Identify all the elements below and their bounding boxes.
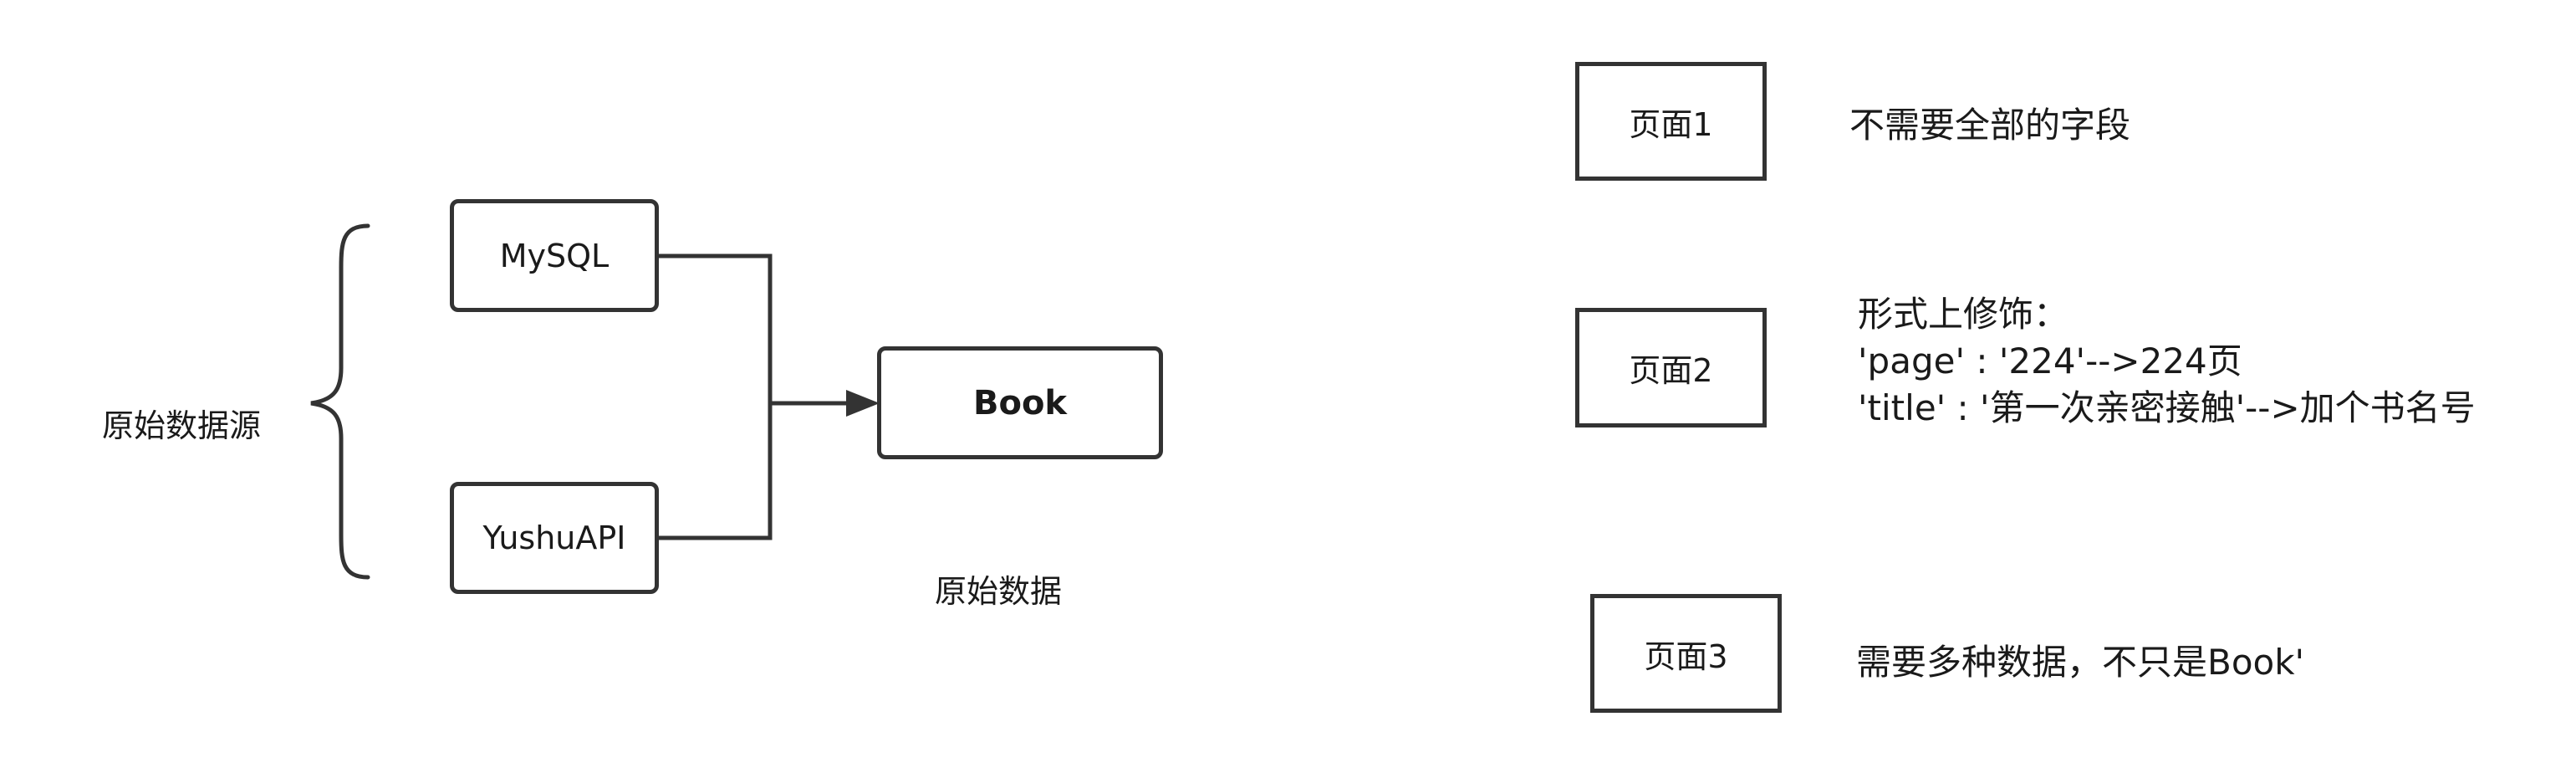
mysql-node-label: MySQL [499,237,610,274]
page1-node-label: 页面1 [1629,105,1713,143]
diagram-canvas: 原始数据源 MySQL YushuAPI Book 原始数据 页面1 不需要全部… [0,0,2576,773]
source-label: 原始数据源 [102,407,262,444]
connector-mysql-book [659,253,773,403]
mysql-node[interactable]: MySQL [450,199,659,312]
yushuapi-node-label: YushuAPI [482,520,626,556]
page3-node-label: 页面3 [1644,637,1728,675]
raw-data-label: 原始数据 [935,573,1063,610]
page1-node[interactable]: 页面1 [1575,62,1767,181]
page2-node-label: 页面2 [1629,352,1713,389]
page1-note-line: 不需要全部的字段 [1849,105,2131,146]
page3-note-line: 需要多种数据，不只是Book' [1856,642,2305,683]
page3-note: 需要多种数据，不只是Book' [1856,639,2304,686]
page2-node[interactable]: 页面2 [1575,308,1767,427]
page2-note-line: 形式上修饰： [1858,294,2069,335]
page2-note-line: 'title' : '第一次亲密接触'-->加个书名号 [1858,387,2476,428]
book-node[interactable]: Book [877,346,1163,459]
page2-note-line: 'page' : '224'-->224页 [1858,340,2242,381]
page2-note: 形式上修饰： 'page' : '224'-->224页 'title' : '… [1858,291,2476,432]
page1-note: 不需要全部的字段 [1849,102,2130,149]
curly-brace [310,223,370,580]
page3-node[interactable]: 页面3 [1590,594,1782,713]
arrowhead-to-book [846,390,880,417]
book-node-label: Book [972,383,1068,422]
connector-yushu-book [659,403,773,540]
yushuapi-node[interactable]: YushuAPI [450,482,659,594]
